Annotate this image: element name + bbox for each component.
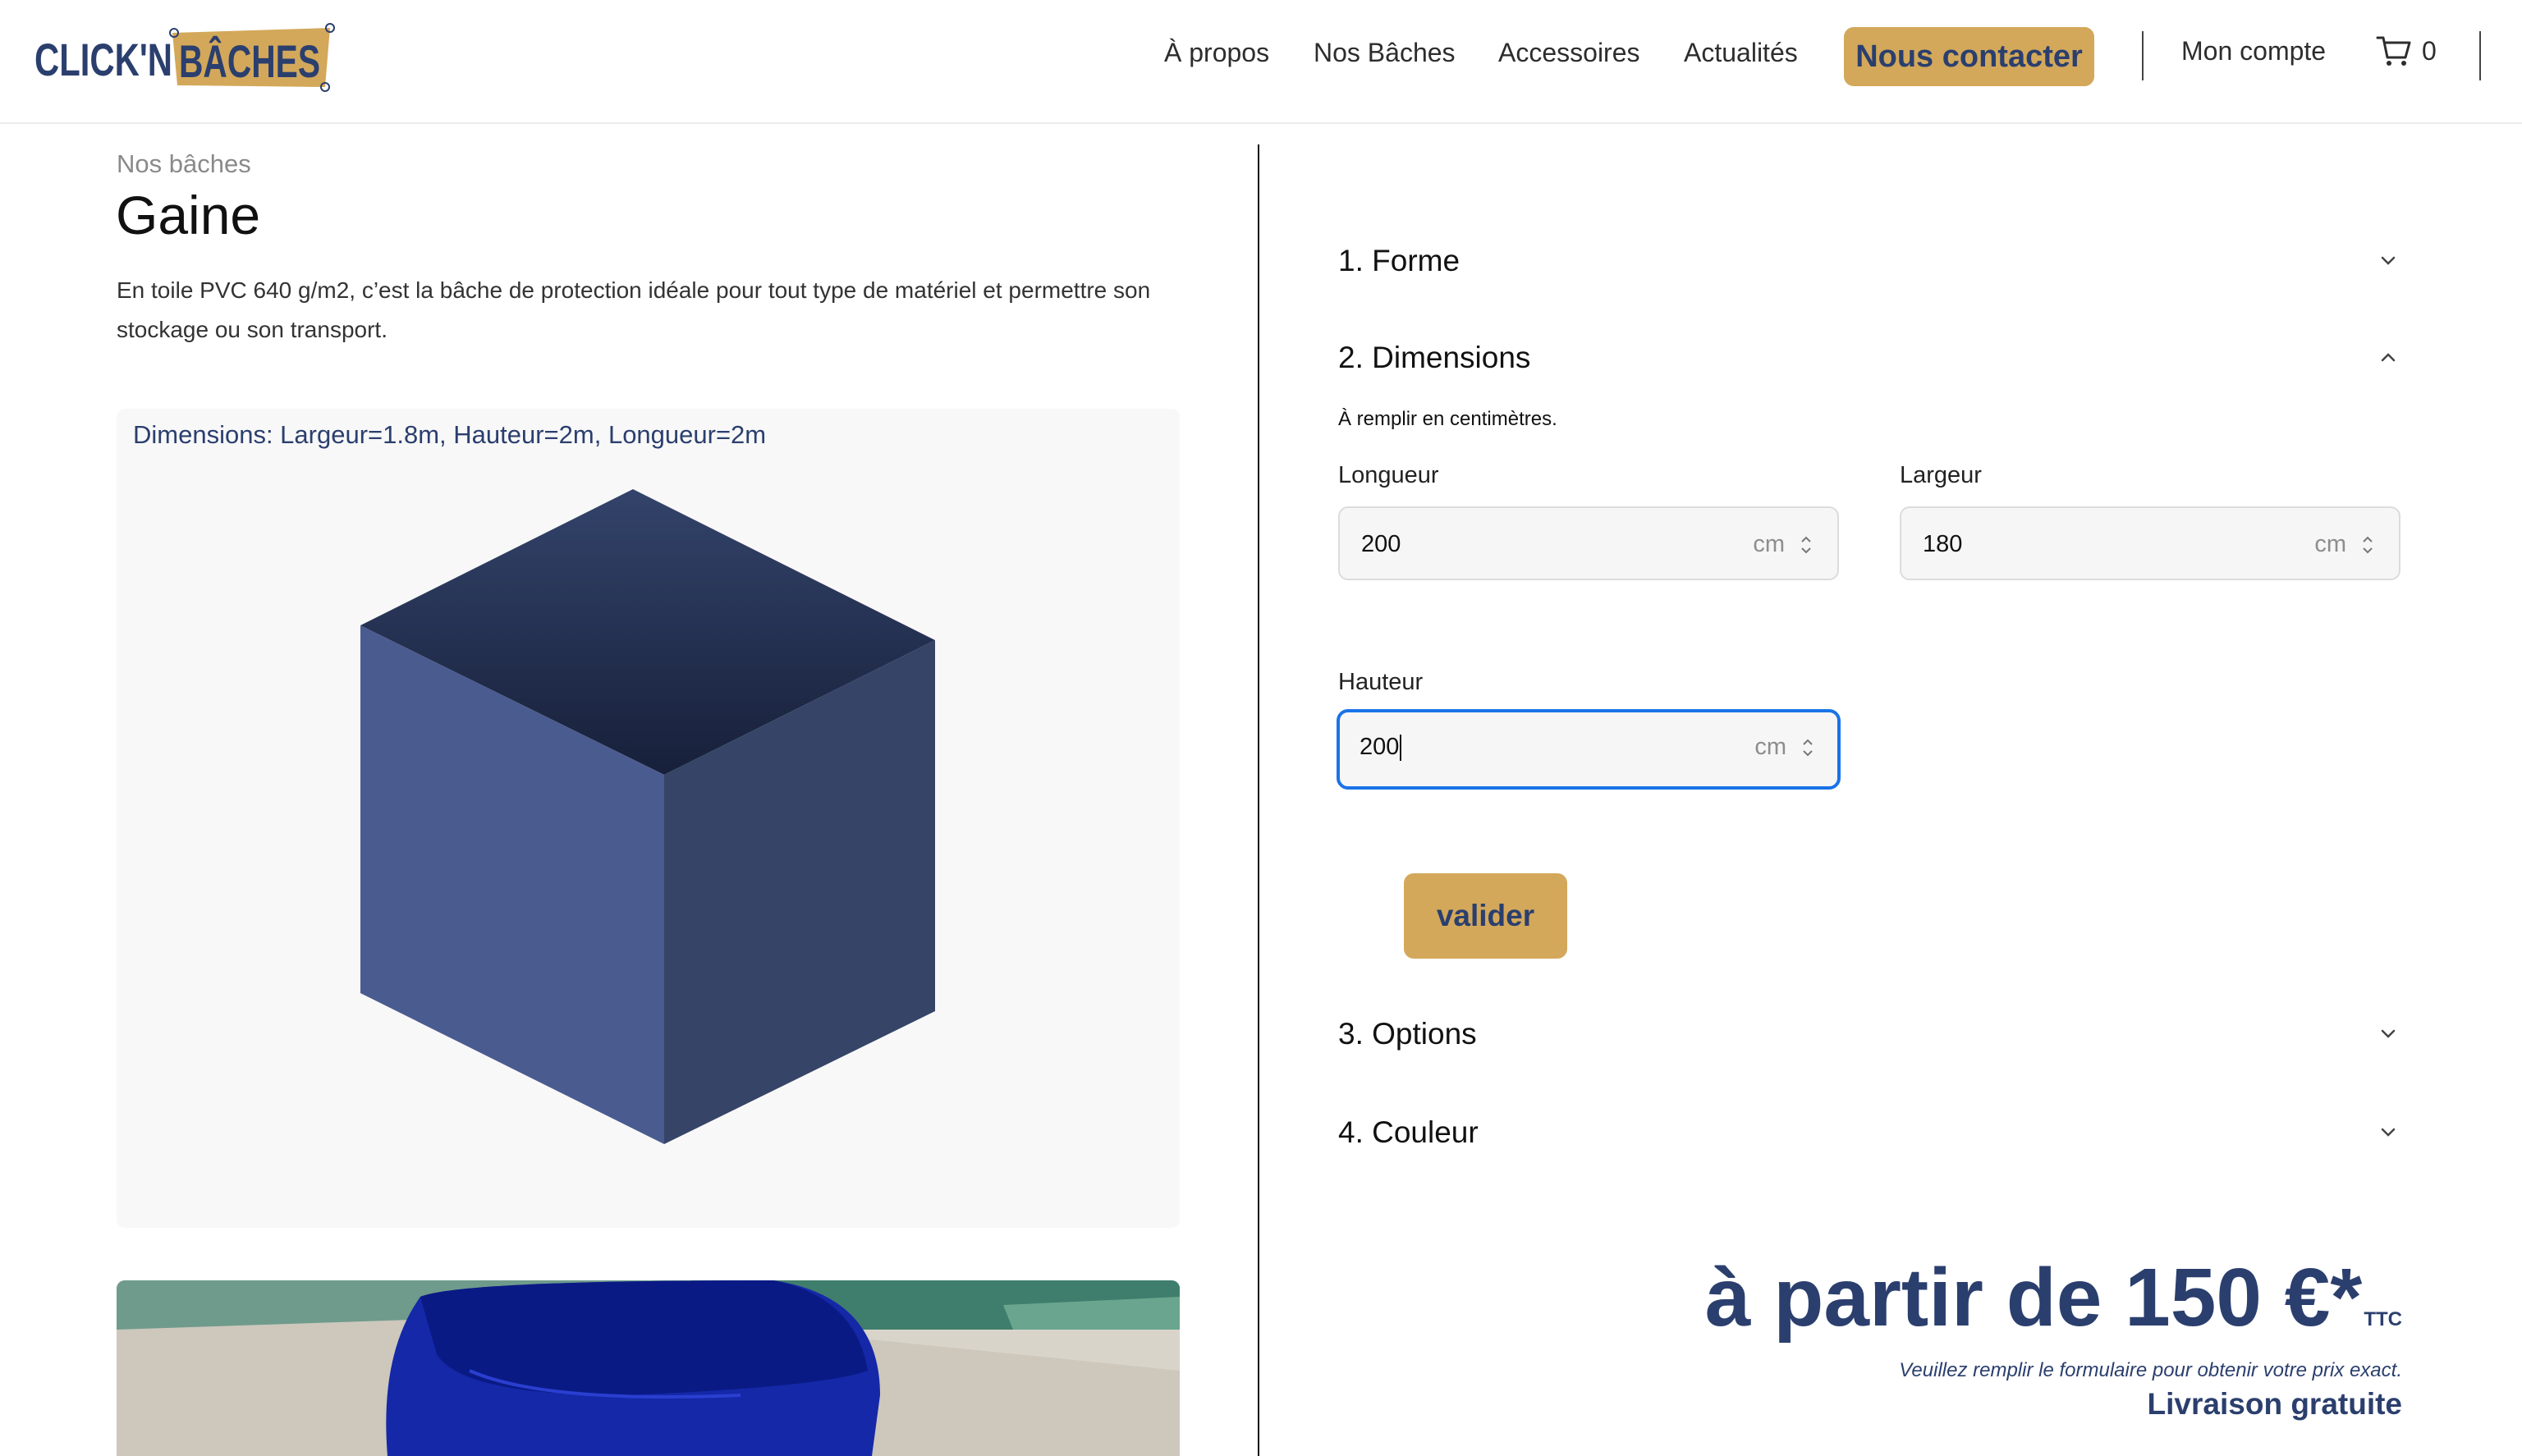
longueur-input[interactable]: 200 cm: [1338, 506, 1839, 580]
column-divider: [1258, 144, 1259, 1456]
step-couleur-title: 4. Couleur: [1338, 1115, 1479, 1149]
logo-text-left: CLICK'N: [34, 34, 172, 85]
contact-button[interactable]: Nous contacter: [1844, 27, 2094, 86]
product-photo: [117, 1280, 1180, 1456]
site-logo[interactable]: CLICK'N BÂCHES: [33, 23, 337, 92]
longueur-unit: cm: [1753, 531, 1785, 557]
hauteur-value-wrap: 200: [1360, 712, 1402, 781]
step-forme-header[interactable]: 1. Forme: [1338, 236, 2402, 286]
cart-count: 0: [2422, 35, 2437, 66]
hauteur-input[interactable]: 200 cm: [1337, 709, 1841, 790]
cube-model: [360, 489, 935, 1144]
step-dimensions-header[interactable]: 2. Dimensions: [1338, 333, 2402, 382]
3d-preview[interactable]: Dimensions: Largeur=1.8m, Hauteur=2m, Lo…: [117, 409, 1180, 1228]
page-title: Gaine: [116, 185, 261, 245]
step-couleur-header[interactable]: 4. Couleur: [1338, 1108, 2402, 1157]
nav-nos-baches[interactable]: Nos Bâches: [1314, 38, 1456, 68]
dimensions-hint: À remplir en centimètres.: [1338, 408, 1557, 430]
step-forme-title: 1. Forme: [1338, 244, 1460, 277]
account-link[interactable]: Mon compte: [2181, 36, 2326, 66]
nav-a-propos[interactable]: À propos: [1164, 38, 1269, 68]
text-caret: [1400, 735, 1402, 762]
hauteur-label: Hauteur: [1338, 669, 1424, 695]
largeur-value: 180: [1923, 531, 1963, 557]
hauteur-unit: cm: [1754, 734, 1786, 760]
chevron-down-icon: [2381, 1128, 2396, 1137]
logo-text-right: BÂCHES: [179, 35, 320, 87]
hauteur-value: 200: [1360, 734, 1400, 760]
header-divider-right: [2479, 31, 2481, 80]
free-delivery-label: Livraison gratuite: [2147, 1387, 2402, 1421]
cart-icon: [2376, 36, 2411, 66]
longueur-value: 200: [1361, 531, 1401, 557]
cart-button[interactable]: 0: [2376, 34, 2437, 67]
price-display: à partir de 150 €*TTC: [1705, 1251, 2402, 1345]
product-description: En toile PVC 640 g/m2, c’est la bâche de…: [117, 277, 1151, 342]
chevron-down-icon: [2381, 1029, 2396, 1038]
step-options-header[interactable]: 3. Options: [1338, 1010, 2402, 1059]
nav-accessoires[interactable]: Accessoires: [1498, 38, 1640, 68]
largeur-unit: cm: [2314, 531, 2346, 557]
longueur-label: Longueur: [1338, 462, 1439, 488]
nav-actualites[interactable]: Actualités: [1684, 38, 1798, 68]
site-header: CLICK'N BÂCHES À propos Nos Bâches Acces…: [0, 0, 2522, 124]
header-divider: [2142, 31, 2144, 80]
stepper-icon[interactable]: [2359, 533, 2376, 557]
price-suffix: TTC: [2364, 1308, 2402, 1330]
validate-button[interactable]: valider: [1404, 873, 1567, 959]
chevron-down-icon: [2381, 256, 2396, 265]
step-dimensions-title: 2. Dimensions: [1338, 341, 1531, 374]
chevron-up-icon: [2381, 353, 2396, 362]
breadcrumb[interactable]: Nos bâches: [117, 149, 251, 179]
step-options-title: 3. Options: [1338, 1017, 1477, 1051]
price-main: à partir de 150 €*: [1704, 1252, 2363, 1344]
price-note: Veuillez remplir le formulaire pour obte…: [1899, 1359, 2402, 1381]
stepper-icon[interactable]: [1798, 533, 1814, 557]
largeur-label: Largeur: [1900, 462, 1982, 488]
largeur-input[interactable]: 180 cm: [1900, 506, 2400, 580]
stepper-icon[interactable]: [1800, 735, 1816, 760]
